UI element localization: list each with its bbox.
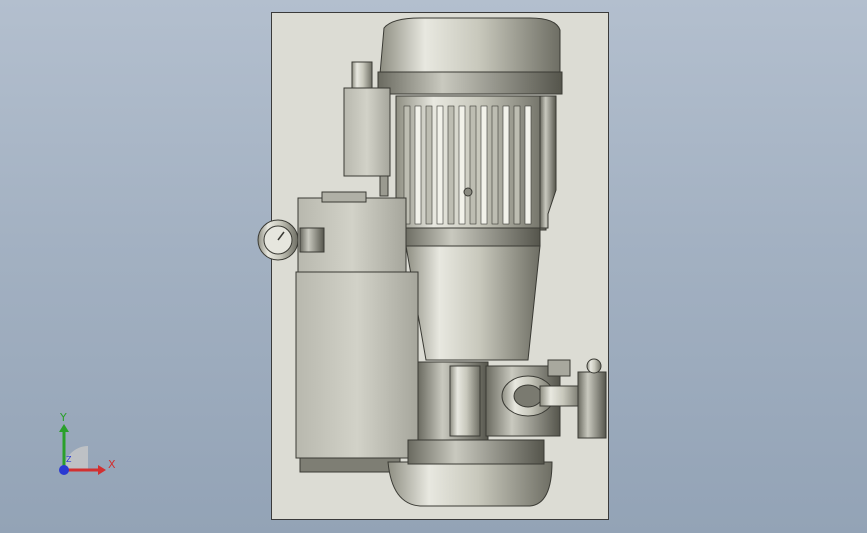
motor-side-flange — [539, 95, 557, 229]
x-axis-label: X — [108, 458, 116, 471]
y-axis-label: Y — [59, 411, 67, 424]
pump-housing — [405, 245, 541, 361]
screw-icon — [463, 187, 473, 197]
vent-fitting — [351, 61, 373, 91]
coupling-shaft — [449, 365, 481, 437]
cooling-fin — [414, 105, 422, 225]
cooling-fin — [458, 105, 466, 225]
conduit — [379, 175, 389, 197]
x-arrow-icon — [98, 465, 106, 475]
pump-base — [387, 461, 553, 507]
cooling-fin — [513, 105, 521, 225]
motor-base-ring — [403, 227, 541, 247]
cooling-fin — [436, 105, 444, 225]
z-axis-label: Z — [66, 455, 72, 464]
motor-cap — [377, 17, 563, 95]
outlet-clamp-icon[interactable] — [485, 358, 607, 439]
cooling-fin — [425, 105, 433, 225]
orientation-triad[interactable]: X Y Z — [44, 410, 124, 485]
terminal-box — [343, 87, 391, 177]
cooling-fin — [502, 105, 510, 225]
pump-base-ring — [407, 439, 545, 465]
actuator-lower-block — [295, 271, 419, 459]
cooling-fin — [469, 105, 477, 225]
actuator-lid — [321, 191, 367, 203]
pump-assembly-icon[interactable] — [0, 0, 867, 533]
cooling-fin — [524, 105, 532, 225]
graphics-viewport[interactable]: X Y Z — [0, 0, 867, 533]
z-axis-icon — [59, 465, 69, 475]
cooling-fin — [491, 105, 499, 225]
cooling-fin — [480, 105, 488, 225]
y-arrow-icon — [59, 424, 69, 432]
cooling-fin — [447, 105, 455, 225]
actuator-foot — [299, 457, 401, 473]
